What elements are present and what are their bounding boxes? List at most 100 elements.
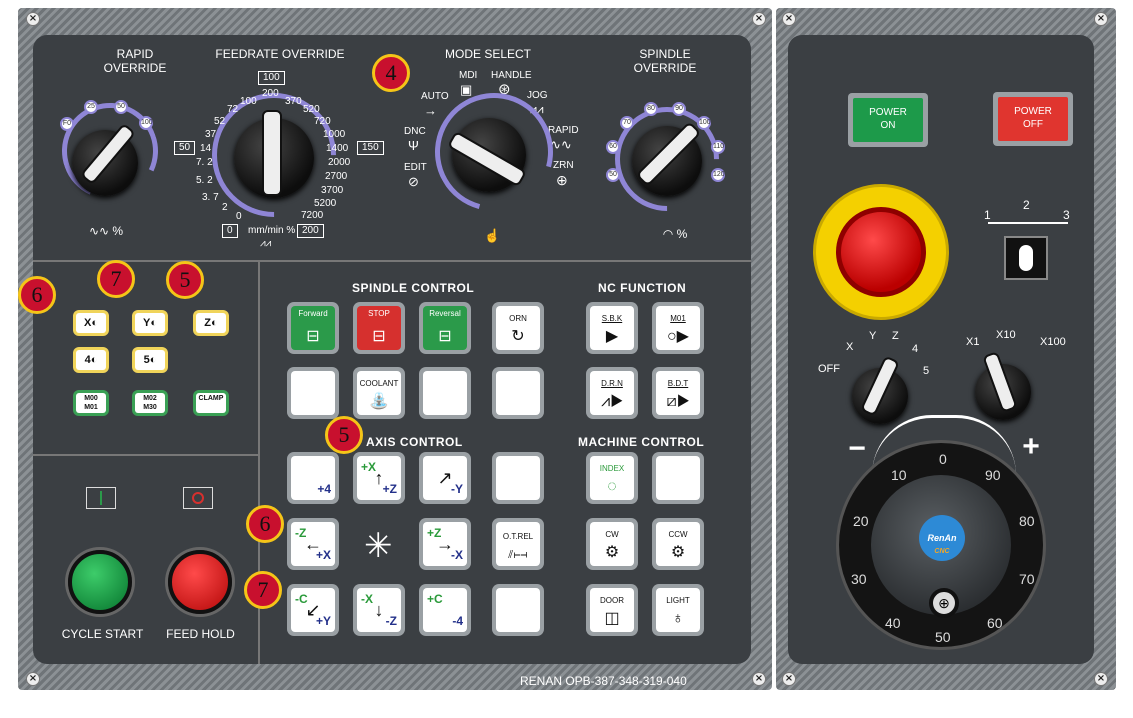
mode-rapid: RAPID [548,125,579,136]
axis-4-key[interactable]: 4◐ [73,347,109,373]
axis-plus-z-minus-x-key[interactable]: +Z → -X [419,518,471,570]
badge-5-axis: 5 [325,416,363,454]
screw-icon: × [782,672,796,686]
feedrate-tick: 2700 [325,171,348,182]
forward-icon: ⊟ [306,328,320,345]
coolant-key[interactable]: COOLANT ⛲ [353,367,405,419]
sbk-key[interactable]: S.B.K ▶ [586,302,638,354]
axis-sel-4: 4 [912,343,919,355]
orn-key[interactable]: ORN ↻ [492,302,544,354]
feedrate-tick: 200 [262,88,279,99]
key-switch[interactable] [1004,236,1048,280]
light-key[interactable]: LIGHT ♁ [652,584,704,636]
axis-minus-z-plus-x-key[interactable]: -Z ← +X [287,518,339,570]
axis-5-key[interactable]: 5◐ [132,347,168,373]
feedrate-override-label: FEEDRATE OVERRIDE [215,47,345,61]
axis-minus-x-minus-z-key[interactable]: -X ↓ -Z [353,584,405,636]
spindle-forward-key[interactable]: Forward ⊟ [287,302,339,354]
screw-icon: × [26,12,40,26]
cycle-start-lamp [86,487,116,509]
axis-x-key[interactable]: X◐ [73,310,109,336]
axis-control-title: AXIS CONTROL [366,435,463,449]
emergency-stop-button[interactable] [813,184,949,320]
power-off-button[interactable]: POWER OFF [993,92,1073,146]
feedrate-tick: 37 [205,129,217,140]
ccw-key[interactable]: CCW ⚙ [652,518,704,570]
screw-icon: × [26,672,40,686]
spindle-unit-label: ◠ % [662,227,688,241]
auto-icon: → [424,103,437,118]
spindle-blank-key-1[interactable] [287,367,339,419]
m01-key[interactable]: M01 ○▶ [652,302,704,354]
feedrate-tick: 14 [200,143,212,154]
rapid-tick-f0: F0 [60,117,74,131]
power-on-button[interactable]: POWER ON [848,93,928,147]
badge-7-left: 7 [97,260,135,298]
bdt-key[interactable]: B.D.T ⧄▶ [652,367,704,419]
wheel-num-60: 60 [987,615,1003,631]
spindle-tick-90: 90 [672,102,686,116]
feedrate-tick: 52 [214,116,226,127]
mode-auto: AUTO [421,91,449,102]
m00-m01-key[interactable]: M00 M01 [73,390,109,416]
feedrate-tick: 720 [314,116,331,127]
badge-6-left: 6 [18,276,56,314]
key-arc [988,222,1068,224]
spindle-reversal-key[interactable]: Reversal ⊟ [419,302,471,354]
feed-hold-button[interactable] [168,550,232,614]
spindle-stop-key[interactable]: STOP ⊟ [353,302,405,354]
axis-z-key[interactable]: Z◐ [193,310,229,336]
key-tick-3: 3 [1063,208,1070,222]
mult-x100: X100 [1040,336,1066,348]
screw-icon: × [782,12,796,26]
axis-plus-c-minus-4-key[interactable]: +C -4 [419,584,471,636]
optional-stop-icon: ○▶ [667,328,689,345]
axis-y-key[interactable]: Y◐ [132,310,168,336]
left-divider [33,454,258,456]
mdi-icon: ▣ [460,82,473,97]
feedrate-box-200: 200 [297,224,324,238]
axis-sel-5: 5 [923,365,930,377]
screw-icon: × [1094,672,1108,686]
index-key[interactable]: INDEX ◌ [586,452,638,504]
cw-key[interactable]: CW ⚙ [586,518,638,570]
feedrate-tick: 3. 7 [202,192,219,203]
ot-rel-key[interactable]: O.T.REL ⫽⊢⊣ [492,518,544,570]
wheel-crank-handle[interactable]: ⊕ [929,588,959,618]
m02-m30-key[interactable]: M02 M30 [132,390,168,416]
feedrate-box-150: 150 [357,141,384,155]
index-icon: ◌ [607,478,617,495]
axis-blank-key-1[interactable] [492,452,544,504]
block-delete-icon: ⧄▶ [666,393,690,410]
nc-function-title: NC FUNCTION [598,281,687,295]
axis-sel-z: Z [892,330,899,342]
axis-plus-4-key[interactable]: +4 [287,452,339,504]
door-key[interactable]: DOOR ◫ [586,584,638,636]
spindle-blank-key-2[interactable] [419,367,471,419]
rapid-traverse-star-icon: ✳ [364,527,393,565]
feedrate-tick: 1400 [326,143,349,154]
axis-minus-c-plus-y-key[interactable]: -C ↙ +Y [287,584,339,636]
screw-icon: × [752,12,766,26]
feedrate-override-lever[interactable] [262,110,282,196]
spindle-override-label: SPINDLE OVERRIDE [633,47,697,75]
mult-x10: X10 [996,329,1016,341]
machine-blank-key[interactable] [652,452,704,504]
feedrate-tick: 0 [236,211,242,222]
axis-minus-y-key[interactable]: ↗ -Y [419,452,471,504]
manual-pulse-generator[interactable]: 0 10 20 30 40 50 60 70 80 90 RenAn CNC ⊕ [836,440,1046,650]
feedrate-tick: 370 [285,96,302,107]
axis-blank-key-2[interactable] [492,584,544,636]
cycle-start-button[interactable] [68,550,132,614]
feedrate-unit: mm/min % [248,225,296,236]
feedrate-box-100: 100 [258,71,285,85]
key-slot-icon [1019,245,1033,271]
spindle-blank-key-3[interactable] [492,367,544,419]
drn-key[interactable]: D.R.N ⩘▶ [586,367,638,419]
badge-4: 4 [372,54,410,92]
clamp-key[interactable]: CLAMP [193,390,229,416]
feedrate-tick: 72 [227,104,239,115]
feed-hold-lamp [183,487,213,509]
axis-plus-x-plus-z-key[interactable]: +X ↑ +Z [353,452,405,504]
machine-control-title: MACHINE CONTROL [578,435,705,449]
